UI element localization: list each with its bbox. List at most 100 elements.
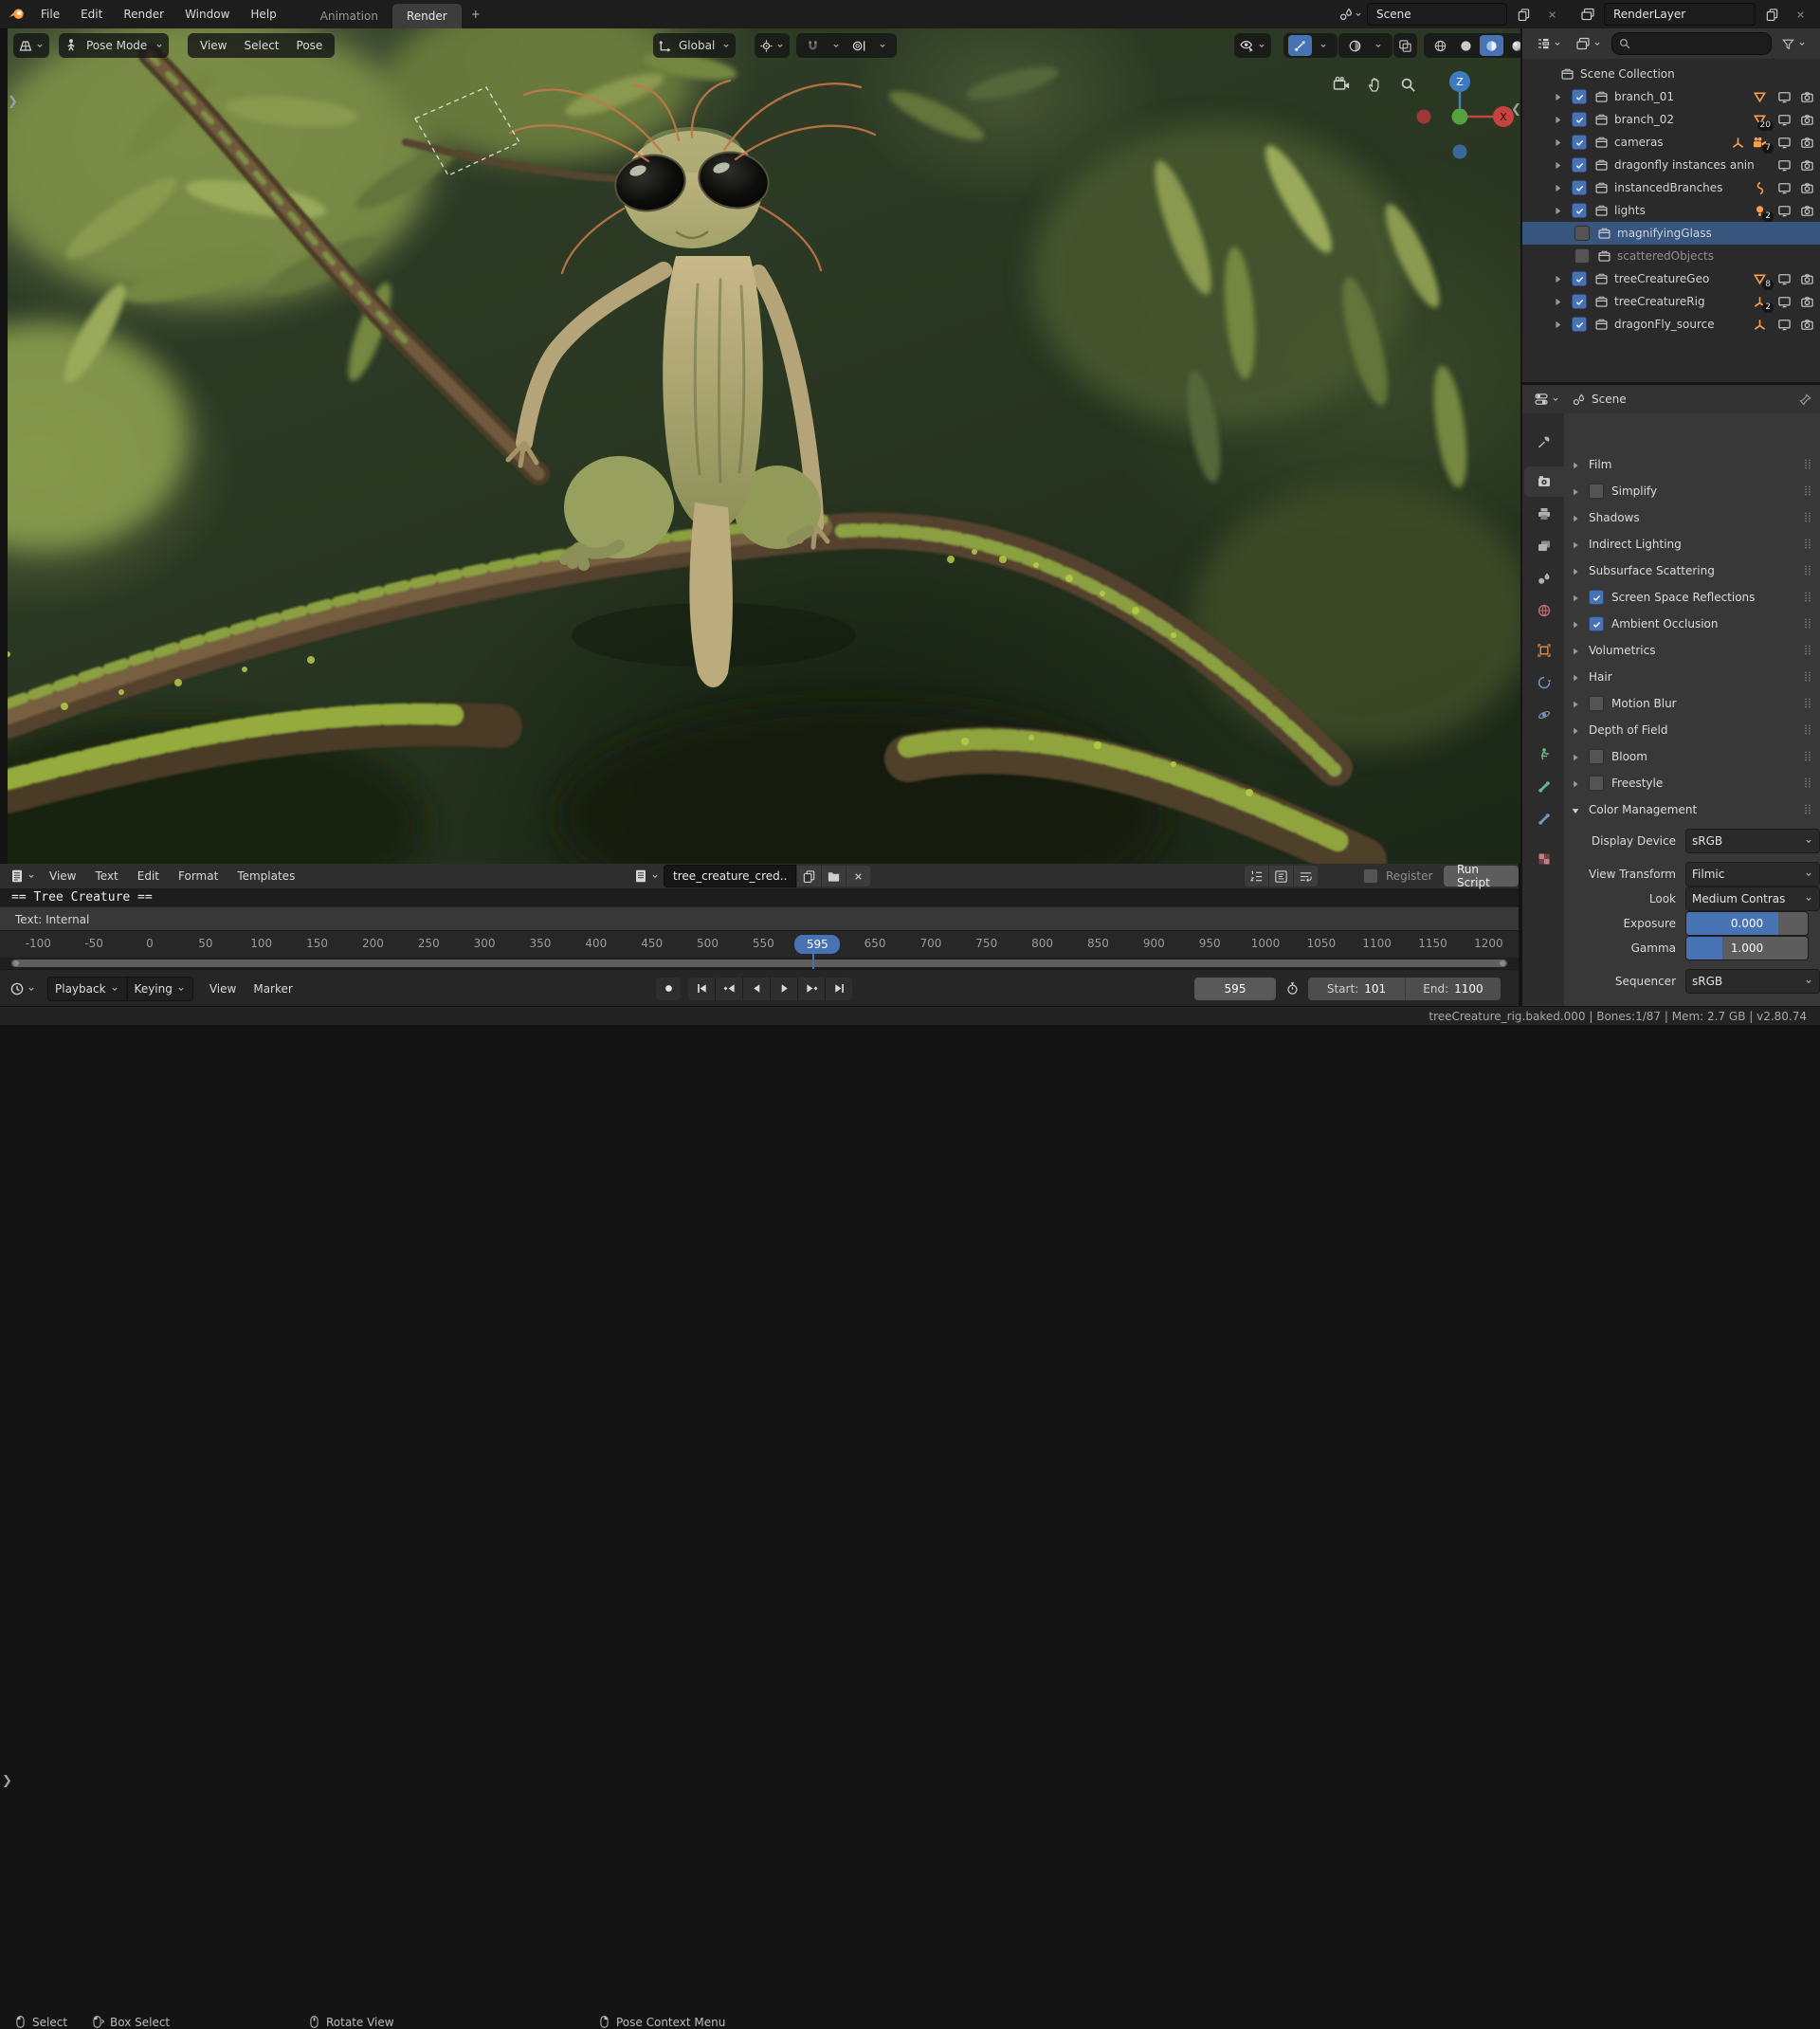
panel-section-indirect-lighting[interactable]: Indirect Lighting — [1564, 531, 1820, 558]
view-transform-dropdown[interactable]: Filmic — [1685, 862, 1820, 887]
panel-section-volumetrics[interactable]: Volumetrics — [1564, 637, 1820, 664]
outliner-item-cameras[interactable]: cameras7 — [1522, 131, 1820, 154]
region-flap-right[interactable]: ❮ — [1511, 102, 1520, 117]
exposure-slider[interactable]: 0.000 — [1685, 911, 1809, 936]
section-checkbox[interactable] — [1589, 484, 1604, 499]
properties-tab-bone-constraints[interactable] — [1524, 804, 1564, 834]
panel-section-motion-blur[interactable]: Motion Blur — [1564, 690, 1820, 717]
drag-handle-icon[interactable] — [1801, 643, 1814, 660]
collection-checkbox[interactable] — [1572, 317, 1587, 332]
xray-toggle[interactable] — [1393, 33, 1417, 58]
panel-section-simplify[interactable]: Simplify — [1564, 478, 1820, 504]
outliner-item-instancedbranches[interactable]: instancedBranches — [1522, 176, 1820, 199]
disable-in-render-toggle[interactable] — [1797, 110, 1816, 129]
collection-checkbox[interactable] — [1572, 157, 1587, 173]
text-datablock-browse-button[interactable] — [629, 865, 664, 887]
properties-tab-output[interactable] — [1524, 499, 1564, 529]
show-gizmo-toggle[interactable] — [1288, 35, 1312, 56]
drag-handle-icon[interactable] — [1801, 616, 1814, 633]
drag-handle-icon[interactable] — [1801, 537, 1814, 554]
outliner-item-branch-01[interactable]: branch_01 — [1522, 85, 1820, 108]
drag-handle-icon[interactable] — [1801, 696, 1814, 713]
menu-window[interactable]: Window — [174, 0, 240, 28]
disable-in-viewport-toggle[interactable] — [1774, 269, 1793, 288]
section-checkbox[interactable] — [1589, 590, 1604, 605]
expand-icon[interactable] — [1552, 158, 1564, 172]
view-layer-name-field[interactable]: RenderLayer — [1604, 3, 1756, 26]
camera-view-button[interactable] — [1327, 70, 1356, 99]
panel-section-shadows[interactable]: Shadows — [1564, 504, 1820, 531]
disable-in-viewport-toggle[interactable] — [1774, 87, 1793, 106]
collection-checkbox[interactable] — [1572, 89, 1587, 104]
editor-type-button[interactable] — [13, 33, 49, 58]
outliner-search-input[interactable] — [1611, 32, 1772, 55]
menu-render[interactable]: Render — [113, 0, 174, 28]
outliner-item-lights[interactable]: lights2 — [1522, 199, 1820, 222]
line-numbers-toggle[interactable] — [1244, 866, 1268, 887]
pin-button[interactable] — [1798, 393, 1812, 407]
jump-to-start-button[interactable] — [688, 978, 716, 1000]
remove-view-layer-button[interactable] — [1788, 4, 1812, 25]
text-menu-format[interactable]: Format — [169, 869, 228, 883]
previous-keyframe-button[interactable] — [716, 978, 743, 1000]
pivot-point-selector[interactable] — [755, 33, 790, 58]
panel-section-hair[interactable]: Hair — [1564, 664, 1820, 690]
properties-tab-scene[interactable] — [1524, 563, 1564, 594]
playback-dropdown-keying[interactable]: Keying — [127, 977, 193, 1001]
playback-dropdown-playback[interactable]: Playback — [47, 977, 127, 1001]
next-keyframe-button[interactable] — [798, 978, 826, 1000]
disable-in-viewport-toggle[interactable] — [1774, 133, 1793, 152]
text-menu-text[interactable]: Text — [85, 869, 127, 883]
outliner-item-scene-collection[interactable]: Scene Collection — [1522, 63, 1820, 85]
section-checkbox[interactable] — [1589, 776, 1604, 791]
disable-in-render-toggle[interactable] — [1797, 315, 1816, 334]
disable-in-viewport-toggle[interactable] — [1774, 110, 1793, 129]
text-editor-type-button[interactable] — [6, 865, 40, 887]
outliner-item-treecreaturerig[interactable]: treeCreatureRig2 — [1522, 290, 1820, 313]
properties-tab-object[interactable] — [1524, 635, 1564, 666]
browse-scene-button[interactable] — [1338, 4, 1363, 25]
drag-handle-icon[interactable] — [1801, 590, 1814, 607]
collection-checkbox[interactable] — [1574, 226, 1590, 241]
panel-section-ambient-occlusion[interactable]: Ambient Occlusion — [1564, 611, 1820, 637]
panel-section-color-management[interactable]: Color Management — [1564, 796, 1820, 823]
use-preview-range-button[interactable] — [1282, 978, 1303, 1000]
new-scene-button[interactable] — [1511, 4, 1536, 25]
panel-section-freestyle[interactable]: Freestyle — [1564, 770, 1820, 796]
play-button[interactable] — [771, 978, 798, 1000]
gizmo-settings-button[interactable] — [1314, 35, 1333, 56]
jump-to-end-button[interactable] — [826, 978, 852, 1000]
panel-section-screen-space-reflections[interactable]: Screen Space Reflections — [1564, 584, 1820, 611]
shading-wireframe-button[interactable] — [1429, 35, 1452, 56]
collection-checkbox[interactable] — [1572, 271, 1587, 286]
collection-checkbox[interactable] — [1572, 294, 1587, 309]
timeline-editor-type-button[interactable] — [6, 978, 40, 1000]
timeline-scrollbar[interactable] — [11, 960, 1507, 967]
playback-menu-view[interactable]: View — [201, 982, 245, 996]
drag-handle-icon[interactable] — [1801, 669, 1814, 686]
properties-tab-view-layer[interactable] — [1524, 531, 1564, 561]
drag-handle-icon[interactable] — [1801, 802, 1814, 819]
expand-icon[interactable] — [1552, 272, 1564, 285]
drag-handle-icon[interactable] — [1801, 563, 1814, 580]
new-text-button[interactable] — [796, 866, 821, 887]
timeline-ruler[interactable]: -100-50050100150200250300350400450500550… — [0, 930, 1519, 959]
scrollbar-knob-right[interactable] — [1500, 960, 1505, 966]
disable-in-viewport-toggle[interactable] — [1774, 155, 1793, 174]
outliner-filter-button[interactable] — [1777, 32, 1811, 55]
panel-section-subsurface-scattering[interactable]: Subsurface Scattering — [1564, 558, 1820, 584]
panel-section-bloom[interactable]: Bloom — [1564, 743, 1820, 770]
proportional-editing-toggle[interactable] — [847, 35, 871, 56]
text-datablock-name-field[interactable]: tree_creature_cred.. — [664, 865, 796, 887]
expand-icon[interactable] — [1552, 318, 1564, 331]
scrollbar-knob-left[interactable] — [13, 960, 19, 966]
properties-editor-type-button[interactable] — [1530, 388, 1564, 411]
frame-start-field[interactable]: Start:101 — [1308, 978, 1406, 1000]
panel-section-depth-of-field[interactable]: Depth of Field — [1564, 717, 1820, 743]
move-view-button[interactable] — [1361, 70, 1390, 99]
properties-tab-bone[interactable] — [1524, 772, 1564, 802]
drag-handle-icon[interactable] — [1801, 722, 1814, 740]
navigation-gizmo[interactable]: Z X — [1401, 66, 1520, 171]
properties-tab-render[interactable] — [1524, 466, 1564, 497]
disable-in-viewport-toggle[interactable] — [1774, 201, 1793, 220]
